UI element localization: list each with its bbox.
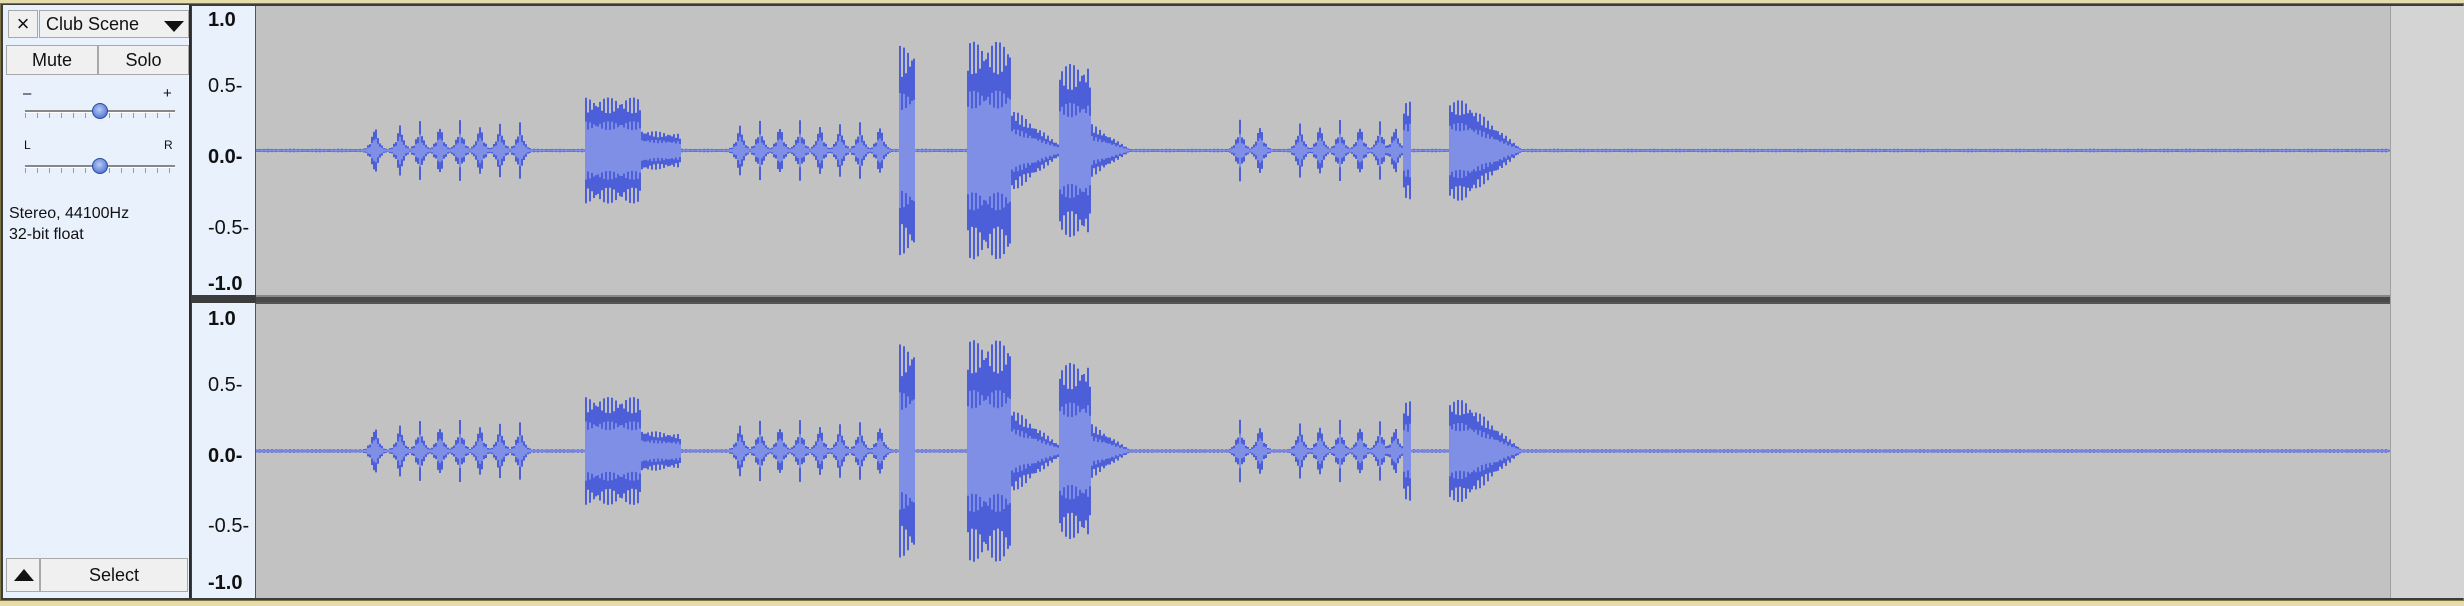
ruler-label-half: 0.5- bbox=[208, 374, 243, 396]
pan-left-label: L bbox=[24, 138, 31, 152]
track-name-menu-button[interactable]: Club Scene bbox=[39, 10, 189, 38]
close-track-button[interactable]: × bbox=[8, 10, 38, 38]
ruler-label-zero: 0.0- bbox=[208, 146, 243, 168]
close-icon: × bbox=[16, 11, 30, 36]
ruler-label-half: 0.5- bbox=[208, 75, 243, 97]
chevron-down-icon bbox=[164, 21, 184, 32]
track-control-panel: × Club Scene Mute Solo – + L R Stereo, 4… bbox=[3, 5, 191, 598]
track-format-info: Stereo, 44100Hz 32-bit float bbox=[9, 203, 129, 245]
pan-right-label: R bbox=[164, 138, 173, 152]
gain-slider-thumb[interactable] bbox=[92, 103, 108, 119]
gain-plus-label: + bbox=[163, 85, 172, 102]
empty-track-region[interactable] bbox=[2390, 6, 2464, 598]
ruler-label-top: 1.0 bbox=[208, 9, 236, 31]
ruler-label-bottom: -1.0 bbox=[208, 273, 243, 295]
track-format-rate: Stereo, 44100Hz bbox=[9, 205, 130, 222]
collapse-arrow-icon bbox=[14, 569, 34, 581]
ruler-label-zero: 0.0- bbox=[208, 445, 243, 467]
vertical-ruler-left-channel: 1.0 0.5- 0.0- -0.5- -1.0 bbox=[192, 6, 256, 295]
waveform-rms bbox=[256, 90, 2389, 211]
vertical-ruler-right-channel: 1.0 0.5- 0.0- -0.5- -1.0 bbox=[192, 303, 256, 598]
track-format-depth: 32-bit float bbox=[9, 226, 84, 243]
waveform-rms bbox=[256, 390, 2389, 512]
channel-separator[interactable] bbox=[256, 295, 2464, 304]
ruler-label-neg-half: -0.5- bbox=[208, 217, 250, 239]
waveform-svg bbox=[256, 340, 2390, 562]
waveform-right-channel[interactable] bbox=[256, 304, 2464, 598]
ruler-label-bottom: -1.0 bbox=[208, 572, 243, 594]
waveform-svg bbox=[256, 41, 2390, 260]
collapse-track-button[interactable] bbox=[6, 558, 40, 592]
pan-slider-thumb[interactable] bbox=[92, 158, 108, 174]
select-track-button[interactable]: Select bbox=[40, 558, 188, 592]
ruler-label-neg-half: -0.5- bbox=[208, 515, 250, 537]
waveform-area[interactable] bbox=[256, 6, 2464, 598]
waveform-left-channel[interactable] bbox=[256, 6, 2464, 295]
gain-minus-label: – bbox=[23, 85, 32, 102]
track-title-row: × Club Scene bbox=[3, 5, 191, 41]
mute-button[interactable]: Mute bbox=[6, 45, 98, 75]
ruler-label-top: 1.0 bbox=[208, 308, 236, 330]
solo-button[interactable]: Solo bbox=[98, 45, 189, 75]
track-name: Club Scene bbox=[46, 14, 140, 34]
